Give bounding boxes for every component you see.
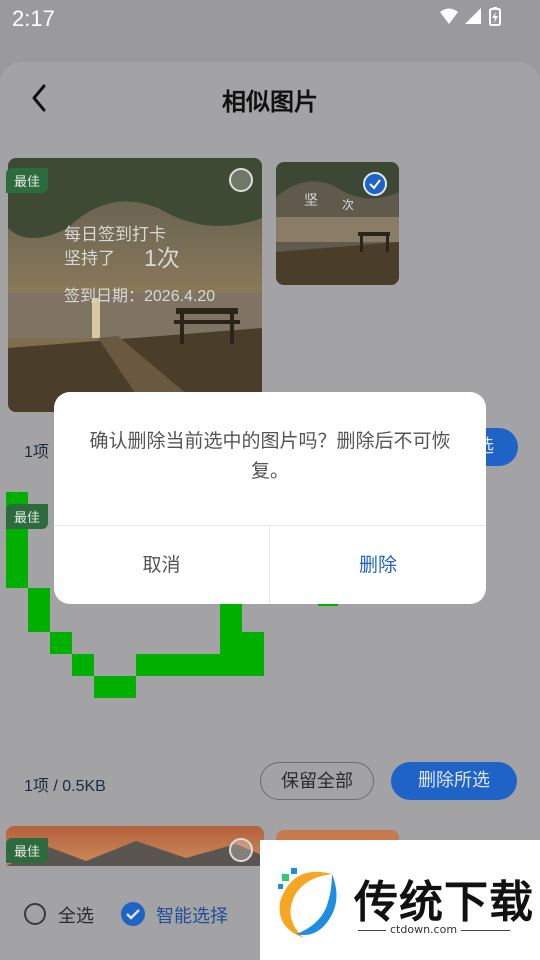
delete-selected-button[interactable]: 删除所选 (391, 762, 517, 800)
keep-all-button[interactable]: 保留全部 (260, 762, 374, 800)
brand-logo-icon (278, 868, 337, 938)
best-tag: 最佳 (6, 838, 49, 863)
select-all-radio[interactable] (24, 903, 46, 925)
overlay-subtitle: 坚持了 (64, 249, 115, 268)
smart-select-radio[interactable] (121, 902, 145, 926)
overlay-date: 签到日期：2026.4.20 (64, 288, 216, 305)
cancel-button[interactable]: 取消 (54, 526, 269, 604)
wifi-icon (440, 8, 458, 24)
select-radio[interactable] (229, 838, 253, 862)
confirm-delete-button[interactable]: 删除 (270, 526, 486, 604)
checkmark-icon (369, 179, 381, 190)
dialog-message: 确认删除当前选中的图片吗？删除后不可恢复。 (89, 430, 451, 482)
group-info: 1项 / 0.5KB (24, 778, 106, 795)
status-icons (440, 7, 501, 26)
watermark: 传统下载 ctdown.com (260, 840, 540, 960)
checkmark-icon (126, 909, 140, 920)
watermark-url: ctdown.com (386, 923, 462, 936)
signal-icon (465, 8, 481, 24)
best-tag: 最佳 (6, 504, 49, 529)
smart-select-label[interactable]: 智能选择 (156, 902, 228, 928)
overlay-count: 1次 (144, 245, 180, 271)
status-bar: 2:17 (0, 0, 540, 36)
battery-icon (489, 7, 501, 26)
watermark-brand: 传统下载 (354, 877, 534, 928)
status-time: 2:17 (12, 6, 55, 31)
small-overlay-1: 坚 (304, 192, 318, 208)
best-tag: 最佳 (6, 168, 49, 193)
select-all-label[interactable]: 全选 (58, 902, 94, 928)
group-info: 1项 (24, 444, 49, 461)
small-overlay-2: 次 (342, 198, 355, 212)
selected-radio[interactable] (363, 172, 387, 196)
select-radio[interactable] (229, 168, 253, 192)
page-title: 相似图片 (222, 88, 318, 116)
confirm-delete-dialog: 确认删除当前选中的图片吗？删除后不可恢复。 取消 删除 (54, 392, 486, 604)
